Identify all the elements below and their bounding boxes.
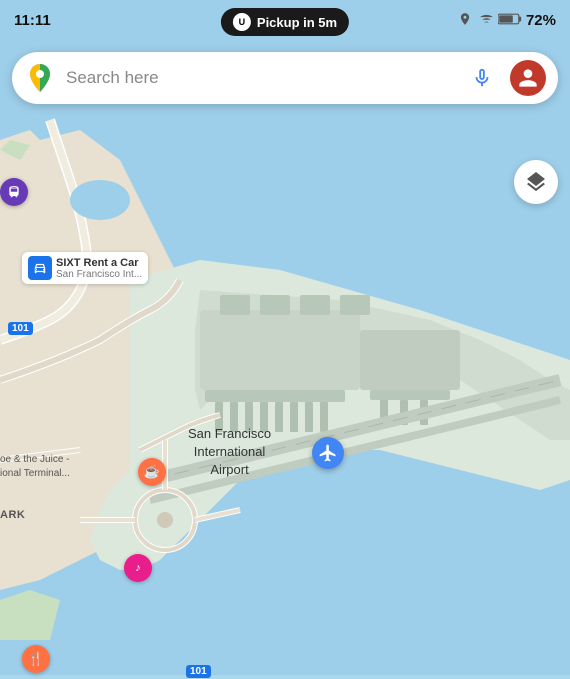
coffee-marker[interactable]: ☕ (138, 458, 166, 486)
transit-icon (0, 178, 28, 206)
uber-pill[interactable]: U Pickup in 5m (221, 8, 349, 36)
airport-icon[interactable] (312, 437, 344, 469)
search-bar[interactable]: Search here (12, 52, 558, 104)
layers-button[interactable] (514, 160, 558, 204)
uber-text: Pickup in 5m (257, 15, 337, 30)
maps-logo (24, 62, 56, 94)
mic-button[interactable] (464, 60, 500, 96)
search-input[interactable]: Search here (66, 68, 454, 88)
music-marker[interactable]: ♪ (124, 554, 152, 582)
location-icon (458, 11, 472, 30)
uber-logo: U (233, 13, 251, 31)
coffee-icon: ☕ (138, 458, 166, 486)
battery-percent: 72% (526, 12, 556, 29)
status-time: 11:11 (14, 12, 51, 29)
avatar-button[interactable] (510, 60, 546, 96)
battery-icon (498, 12, 522, 29)
transit-marker[interactable] (0, 178, 28, 206)
music-icon: ♪ (124, 554, 152, 582)
status-right: 72% (458, 11, 556, 30)
food-marker[interactable]: 🍴 (22, 645, 50, 673)
food-icon: 🍴 (22, 645, 50, 673)
wifi-icon (476, 12, 494, 29)
